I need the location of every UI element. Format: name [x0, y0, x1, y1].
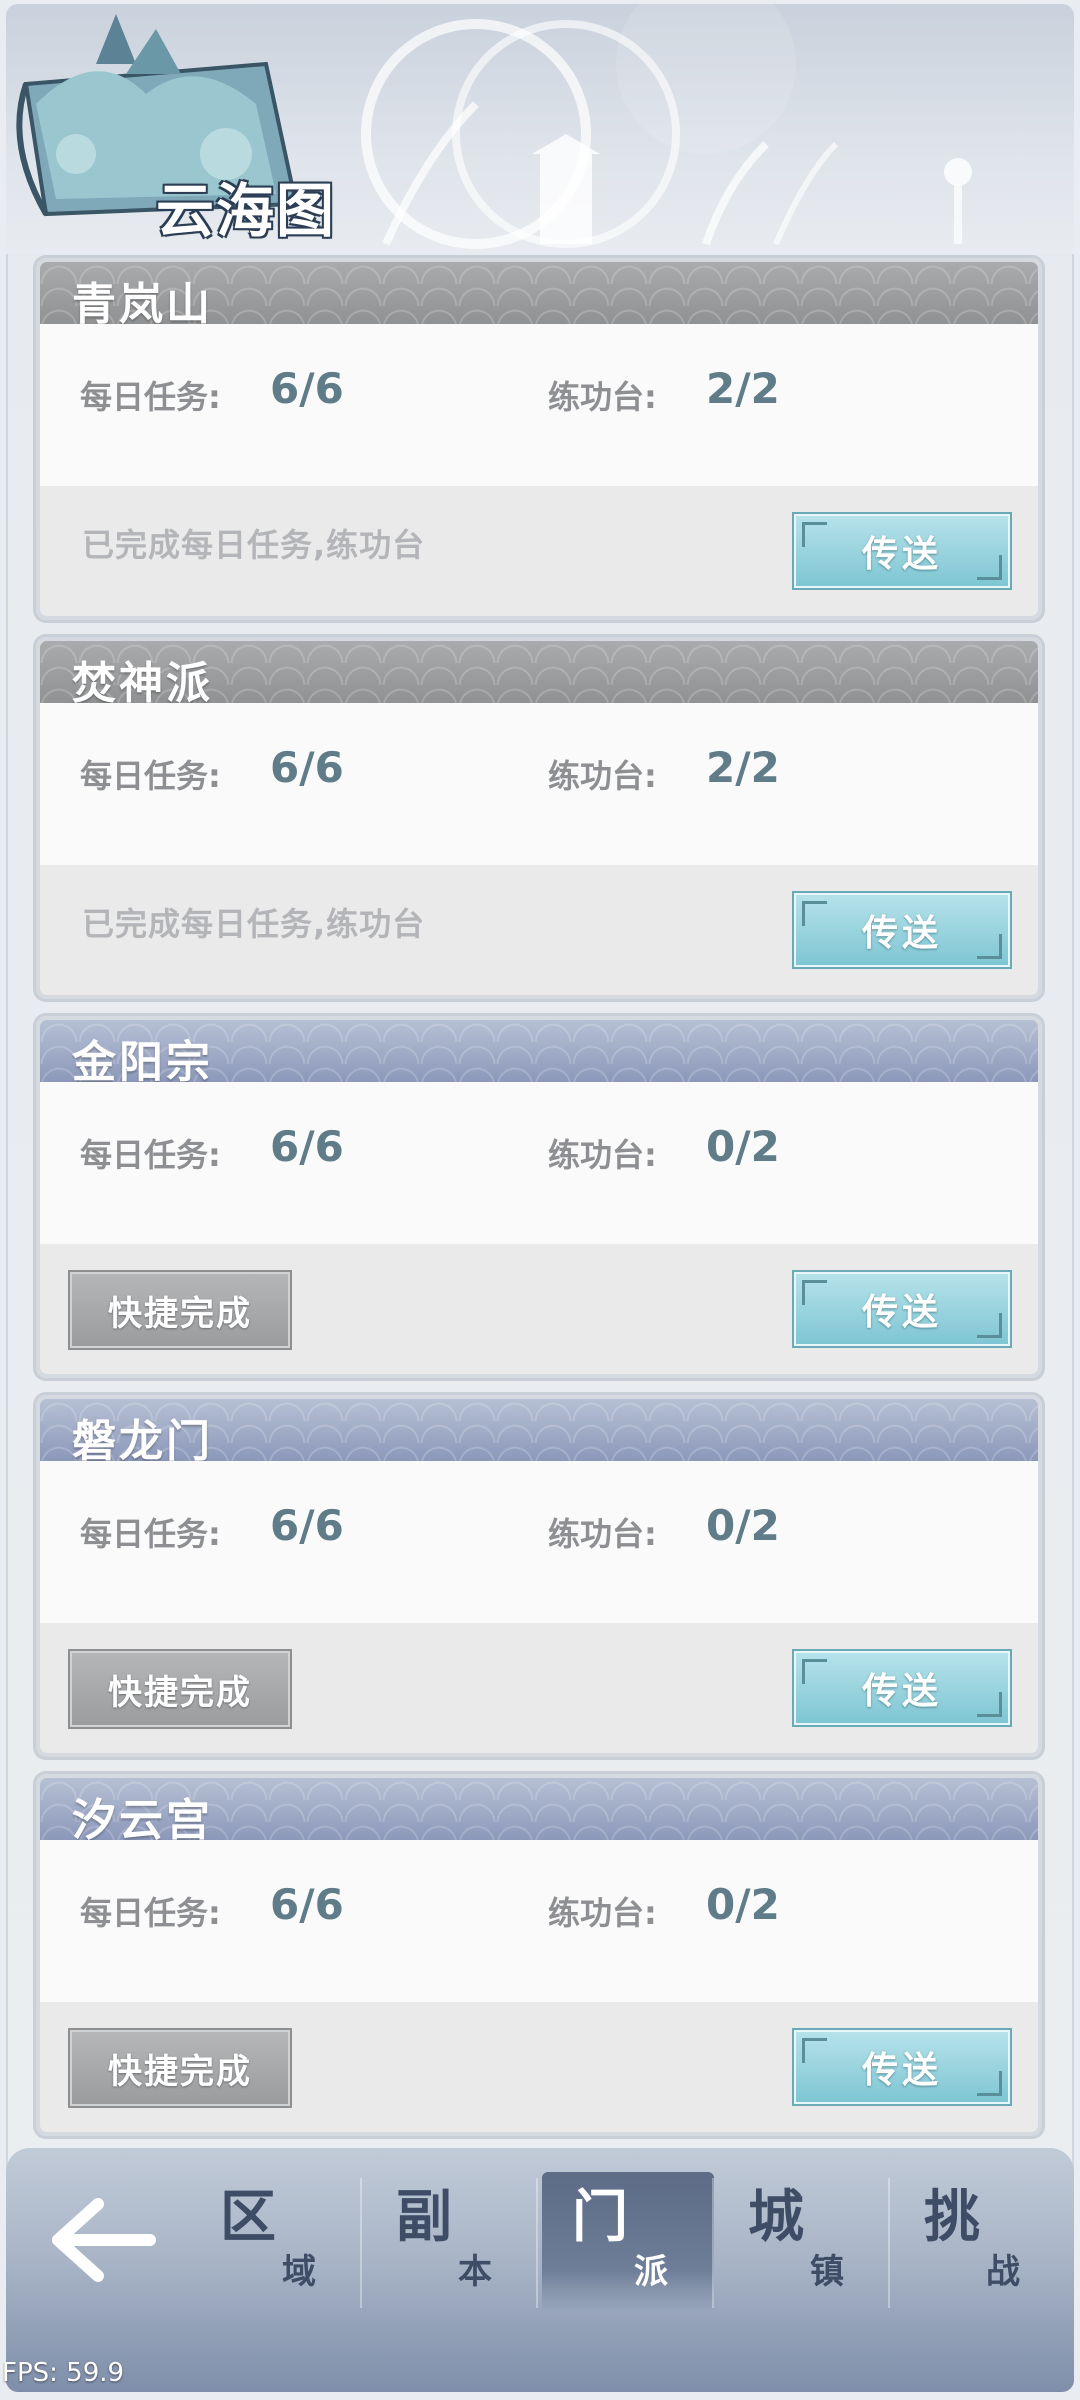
nav-tab-3[interactable]: 城 镇	[718, 2172, 890, 2312]
nav-divider	[536, 2178, 538, 2308]
practice-platform-label: 练功台:	[548, 1894, 657, 1932]
daily-task-label: 每日任务:	[80, 757, 221, 795]
teleport-label: 传送	[861, 534, 942, 575]
practice-platform-value: 0/2	[706, 1501, 780, 1550]
sect-name: 汐云宫	[72, 1795, 213, 1846]
card-header: 汐云宫	[40, 1778, 1038, 1846]
teleport-label: 传送	[861, 1292, 942, 1333]
card-footer: 快捷完成 传送	[40, 2002, 1038, 2132]
quick-complete-button[interactable]: 快捷完成	[70, 1651, 290, 1727]
completion-status: 已完成每日任务,练功台	[82, 905, 426, 943]
completion-status: 已完成每日任务,练功台	[82, 526, 426, 564]
nav-tab-2[interactable]: 门 派	[542, 2172, 714, 2312]
nav-tab-sub-char: 派	[634, 2252, 668, 2292]
nav-tab-sub-char: 本	[458, 2252, 492, 2292]
sect-card: 青岚山 每日任务: 6/6 练功台: 2/2 已完成每日任务,练功台 传送	[36, 258, 1042, 620]
sect-name: 焚神派	[72, 658, 213, 709]
daily-task-value: 6/6	[270, 743, 344, 792]
daily-task-label: 每日任务:	[80, 1136, 221, 1174]
card-header: 焚神派	[40, 641, 1038, 709]
card-header: 磐龙门	[40, 1399, 1038, 1467]
practice-platform-value: 2/2	[706, 743, 780, 792]
quick-complete-button[interactable]: 快捷完成	[70, 1272, 290, 1348]
sect-card: 金阳宗 每日任务: 6/6 练功台: 0/2 快捷完成 传送	[36, 1016, 1042, 1378]
card-stats: 每日任务: 6/6 练功台: 0/2	[40, 1082, 1038, 1244]
daily-task-label: 每日任务:	[80, 1515, 221, 1553]
teleport-label: 传送	[861, 2050, 942, 2091]
practice-platform-label: 练功台:	[548, 1515, 657, 1553]
nav-tab-sub-char: 战	[986, 2252, 1020, 2292]
card-footer: 已完成每日任务,练功台 传送	[40, 486, 1038, 616]
sect-name: 金阳宗	[72, 1037, 213, 1088]
teleport-button[interactable]: 传送	[794, 2030, 1010, 2104]
card-footer: 快捷完成 传送	[40, 1244, 1038, 1374]
nav-tab-main-char: 挑	[924, 2185, 980, 2250]
fps-counter: FPS: 59.9	[2, 2358, 125, 2388]
daily-task-value: 6/6	[270, 364, 344, 413]
card-stats: 每日任务: 6/6 练功台: 2/2	[40, 324, 1038, 486]
quick-complete-button[interactable]: 快捷完成	[70, 2030, 290, 2106]
teleport-button[interactable]: 传送	[794, 1272, 1010, 1346]
header-banner: 云海图	[6, 4, 1074, 254]
page-title: 云海图	[156, 177, 337, 245]
back-button[interactable]	[50, 2190, 160, 2290]
practice-platform-label: 练功台:	[548, 378, 657, 416]
teleport-button[interactable]: 传送	[794, 1651, 1010, 1725]
nav-tab-4[interactable]: 挑 战	[894, 2172, 1066, 2312]
daily-task-value: 6/6	[270, 1501, 344, 1550]
nav-divider	[712, 2178, 714, 2308]
nav-tab-main-char: 区	[220, 2185, 276, 2250]
teleport-button[interactable]: 传送	[794, 893, 1010, 967]
card-stats: 每日任务: 6/6 练功台: 0/2	[40, 1840, 1038, 2002]
teleport-button[interactable]: 传送	[794, 514, 1010, 588]
card-header: 青岚山	[40, 262, 1038, 330]
nav-tab-main-char: 副	[396, 2185, 452, 2250]
nav-tab-1[interactable]: 副 本	[366, 2172, 538, 2312]
teleport-label: 传送	[861, 1671, 942, 1712]
sect-card: 磐龙门 每日任务: 6/6 练功台: 0/2 快捷完成 传送	[36, 1395, 1042, 1757]
nav-tab-sub-char: 镇	[810, 2252, 844, 2292]
practice-platform-label: 练功台:	[548, 757, 657, 795]
sect-card: 焚神派 每日任务: 6/6 练功台: 2/2 已完成每日任务,练功台 传送	[36, 637, 1042, 999]
practice-platform-value: 0/2	[706, 1880, 780, 1929]
bottom-nav: 区 域 副 本 门 派 城 镇 挑 战	[6, 2148, 1074, 2392]
nav-tab-main-char: 城	[748, 2185, 804, 2250]
nav-tab-sub-char: 域	[282, 2252, 316, 2292]
practice-platform-value: 2/2	[706, 364, 780, 413]
daily-task-label: 每日任务:	[80, 378, 221, 416]
nav-tab-main-char: 门	[572, 2185, 628, 2250]
card-stats: 每日任务: 6/6 练功台: 2/2	[40, 703, 1038, 865]
card-header: 金阳宗	[40, 1020, 1038, 1088]
daily-task-label: 每日任务:	[80, 1894, 221, 1932]
nav-divider	[888, 2178, 890, 2308]
sect-name: 青岚山	[72, 279, 213, 330]
sect-name: 磐龙门	[72, 1416, 213, 1467]
arrow-left-icon	[52, 2198, 156, 2282]
sect-card: 汐云宫 每日任务: 6/6 练功台: 0/2 快捷完成 传送	[36, 1774, 1042, 2136]
card-stats: 每日任务: 6/6 练功台: 0/2	[40, 1461, 1038, 1623]
daily-task-value: 6/6	[270, 1122, 344, 1171]
teleport-label: 传送	[861, 913, 942, 954]
daily-task-value: 6/6	[270, 1880, 344, 1929]
nav-divider	[360, 2178, 362, 2308]
card-footer: 已完成每日任务,练功台 传送	[40, 865, 1038, 995]
practice-platform-value: 0/2	[706, 1122, 780, 1171]
practice-platform-label: 练功台:	[548, 1136, 657, 1174]
card-footer: 快捷完成 传送	[40, 1623, 1038, 1753]
nav-tab-0[interactable]: 区 域	[190, 2172, 362, 2312]
